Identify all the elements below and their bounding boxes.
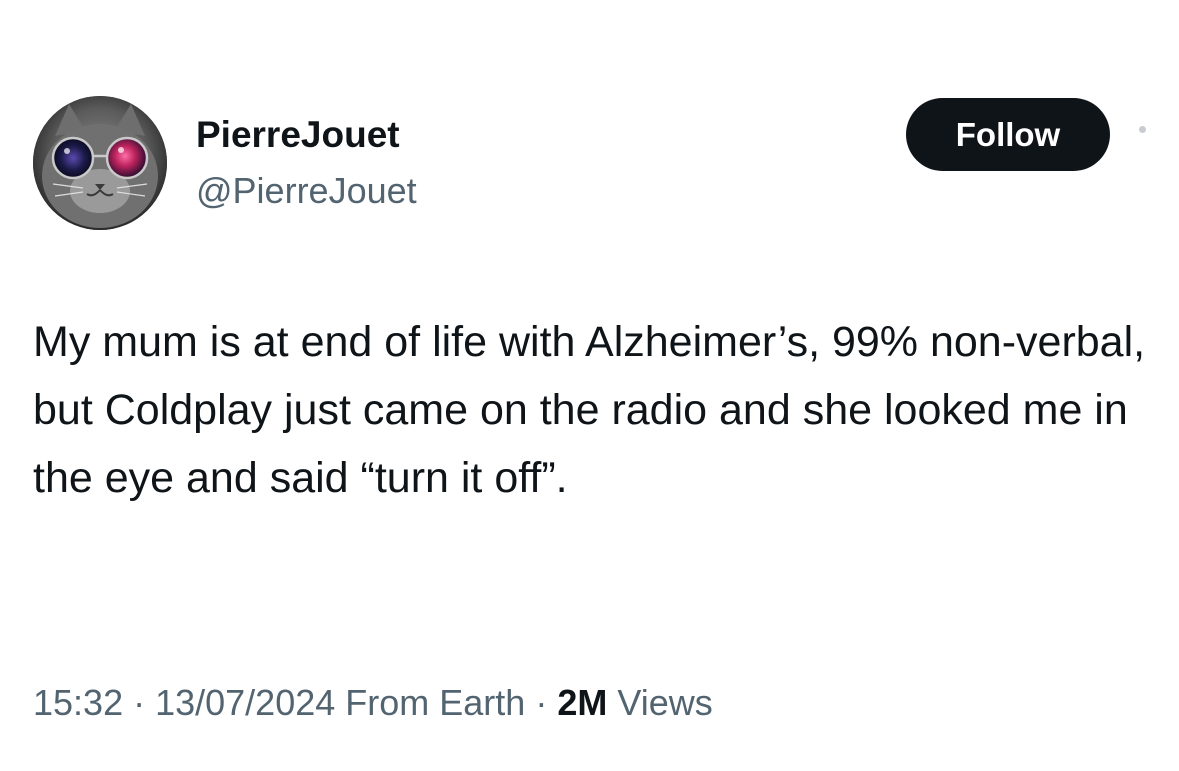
tweet-time[interactable]: 15:32 <box>33 682 123 723</box>
views-count[interactable]: 2M <box>557 682 607 723</box>
meta-separator: · <box>525 682 558 723</box>
tweet-metadata: 15:32 · 13/07/2024 From Earth · 2M Views <box>33 680 713 726</box>
tweet-source: From Earth <box>335 682 526 723</box>
more-options-icon[interactable] <box>1139 126 1146 133</box>
author-display-name[interactable]: PierreJouet <box>196 112 400 158</box>
views-label: Views <box>607 682 713 723</box>
follow-button[interactable]: Follow <box>906 98 1110 171</box>
author-handle[interactable]: @PierreJouet <box>196 168 417 214</box>
meta-separator: · <box>123 682 156 723</box>
avatar[interactable] <box>33 96 167 230</box>
tweet-text: My mum is at end of life with Alzheimer’… <box>33 318 1146 502</box>
cat-avatar-icon <box>33 96 167 230</box>
tweet-date[interactable]: 13/07/2024 <box>155 682 335 723</box>
tweet-card: PierreJouet @PierreJouet Follow My mum i… <box>0 0 1179 771</box>
